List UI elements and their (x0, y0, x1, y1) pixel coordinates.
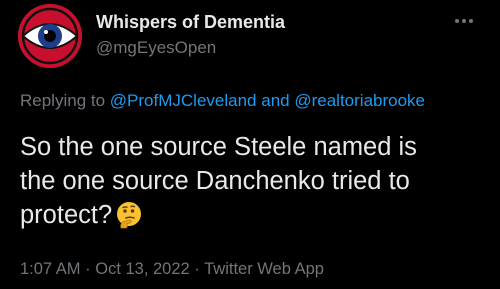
author-handle[interactable]: @mgEyesOpen (96, 38, 216, 58)
replying-to: Replying to @ProfMJCleveland and @realto… (20, 91, 425, 111)
replying-to-label: Replying to (20, 91, 106, 110)
tweet-line: protect? (20, 198, 490, 238)
tweet-text: So the one source Steele named is the on… (20, 130, 490, 238)
avatar[interactable] (18, 4, 82, 68)
tweet-source-link[interactable]: Twitter Web App (204, 260, 324, 278)
more-dots-icon (455, 19, 473, 23)
tweet-card: Whispers of Dementia @mgEyesOpen Replyin… (0, 0, 500, 289)
mention-link-2[interactable]: @realtoriabrooke (294, 91, 425, 110)
author-display-name[interactable]: Whispers of Dementia (96, 12, 285, 33)
mention-link-1[interactable]: @ProfMJCleveland (110, 91, 257, 110)
tweet-time[interactable]: 1:07 AM (20, 260, 81, 278)
thinking-face-icon (115, 201, 143, 238)
eye-avatar-icon (18, 4, 82, 68)
more-options-button[interactable] (452, 12, 476, 30)
meta-separator: · (194, 260, 200, 278)
tweet-date[interactable]: Oct 13, 2022 (95, 260, 189, 278)
tweet-metadata: 1:07 AM · Oct 13, 2022 · Twitter Web App (20, 260, 324, 279)
meta-separator: · (85, 260, 91, 278)
tweet-line-text: protect? (20, 201, 113, 229)
tweet-line: the one source Danchenko tried to (20, 167, 410, 195)
tweet-line: So the one source Steele named is (20, 133, 417, 161)
mention-conjunction: and (261, 91, 290, 110)
